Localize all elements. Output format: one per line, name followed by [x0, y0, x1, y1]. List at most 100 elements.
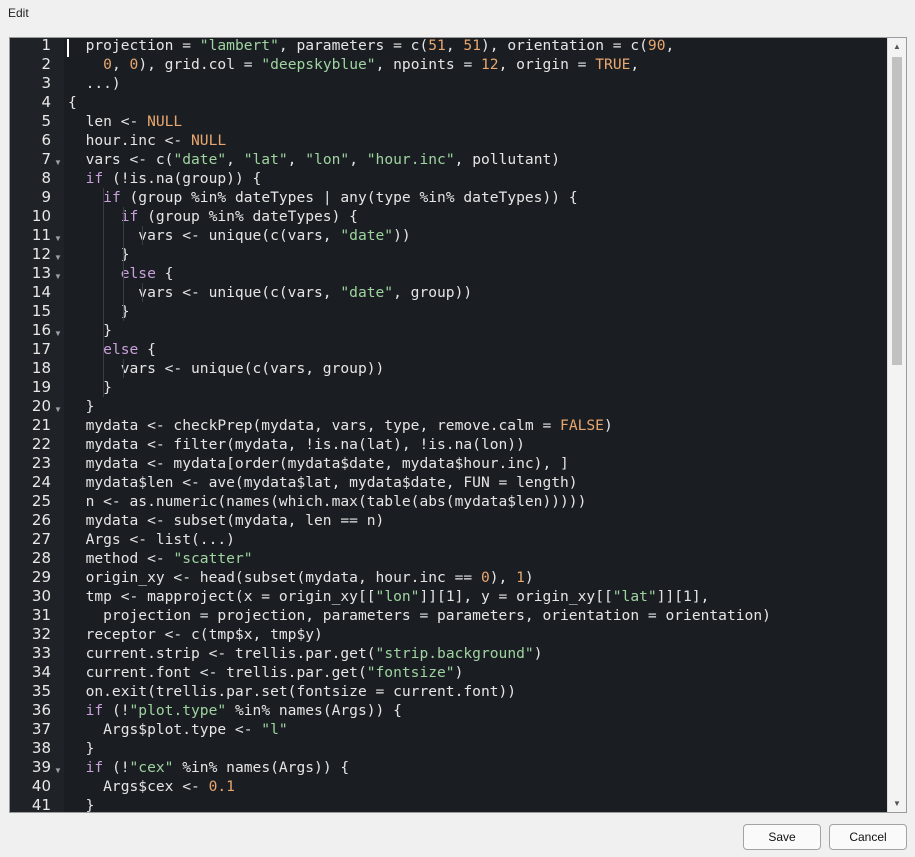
- cancel-button[interactable]: Cancel: [829, 824, 907, 850]
- code-token: ,: [665, 38, 675, 54]
- code-token: }: [68, 303, 130, 320]
- code-line: receptor <- c(tmp$x, tmp$y): [68, 625, 323, 644]
- code-line: method <- "scatter": [68, 549, 253, 568]
- scrollbar-thumb[interactable]: [892, 57, 902, 365]
- code-token: "plot.type": [129, 702, 227, 719]
- code-token: if: [85, 170, 104, 187]
- line-number: 15: [31, 302, 51, 320]
- code-token: ]][1], y = origin_xy[[: [419, 588, 613, 605]
- code-token: }: [68, 322, 112, 339]
- code-token: "lon": [375, 588, 420, 605]
- line-number-gutter: 1 2 3 4 5 6 7 ▼ 8 9 10 11 ▼ 12 ▼ 13 ▼ 14 15 16 ▼ 17 18 19 20 ▼ 21 2…: [10, 38, 64, 812]
- code-token: current.strip <- trellis.par.get(: [68, 645, 376, 662]
- dialog-title: Edit: [8, 6, 29, 20]
- code-token: Args$cex <-: [68, 778, 209, 795]
- code-line: vars <- unique(c(vars, "date", group)): [68, 283, 472, 302]
- line-number: 16: [31, 321, 51, 339]
- code-token: "date": [340, 284, 394, 301]
- line-number: 20: [31, 397, 51, 415]
- code-token: ): [533, 645, 543, 662]
- code-token: , pollutant): [454, 151, 561, 168]
- line-number: 36: [31, 701, 51, 719]
- indent-guide: [141, 283, 143, 302]
- code-token: len <-: [68, 113, 148, 130]
- code-token: if: [103, 189, 121, 206]
- code-token: 51: [428, 38, 446, 54]
- code-token: "lat": [243, 151, 288, 168]
- code-line: hour.inc <- NULL: [68, 131, 227, 150]
- code-token: ,: [287, 151, 306, 168]
- code-line: vars <- unique(c(vars, "date")): [68, 226, 411, 245]
- line-number: 26: [31, 511, 51, 529]
- line-number: 30: [31, 587, 51, 605]
- line-number: 11: [31, 226, 51, 244]
- code-token: }: [68, 246, 130, 263]
- line-number: 27: [31, 530, 51, 548]
- chevron-down-icon[interactable]: ▼: [54, 761, 62, 780]
- code-token: , origin =: [498, 56, 596, 73]
- code-token: {: [68, 94, 77, 111]
- code-token: 0.1: [208, 778, 235, 795]
- code-line: }: [68, 321, 112, 340]
- chevron-down-icon[interactable]: ▼: [54, 248, 62, 267]
- code-token: }: [68, 398, 95, 415]
- code-token: "hour.inc": [366, 151, 455, 168]
- code-token: ,: [226, 151, 244, 168]
- code-token: on.exit(trellis.par.set(fontsize = curre…: [68, 683, 517, 700]
- arrow-up-icon[interactable]: ▲: [888, 38, 906, 55]
- code-line: mydata <- subset(mydata, len == n): [68, 511, 385, 530]
- line-number: 13: [31, 264, 51, 282]
- chevron-down-icon[interactable]: ▼: [54, 153, 62, 172]
- chevron-down-icon[interactable]: ▼: [54, 229, 62, 248]
- code-line: }: [68, 302, 130, 321]
- chevron-down-icon[interactable]: ▼: [54, 400, 62, 419]
- line-number: 41: [31, 796, 51, 813]
- code-token: vars <- unique(c(vars, group)): [68, 360, 385, 377]
- code-line: else {: [68, 340, 156, 359]
- code-line: tmp <- mapproject(x = origin_xy[["lon"]]…: [68, 587, 710, 606]
- line-number: 2: [41, 55, 51, 73]
- line-number: 10: [31, 207, 51, 225]
- code-token: , parameters = c(: [278, 38, 429, 54]
- line-number: 32: [31, 625, 51, 643]
- line-number: 1: [41, 37, 51, 54]
- code-token: "lat": [612, 588, 657, 605]
- code-token: else: [120, 265, 156, 282]
- line-number: 14: [31, 283, 51, 301]
- code-line: projection = projection, parameters = pa…: [68, 606, 771, 625]
- save-button[interactable]: Save: [743, 824, 821, 850]
- code-token: )): [393, 227, 411, 244]
- code-token: 0: [103, 56, 112, 73]
- code-token: hour.inc <-: [68, 132, 192, 149]
- code-line: if (!"plot.type" %in% names(Args)) {: [68, 701, 402, 720]
- code-token: , group)): [393, 284, 473, 301]
- line-number: 3: [41, 74, 51, 92]
- code-token: ): [603, 417, 613, 434]
- code-token: vars <- c(: [68, 151, 174, 168]
- code-token: "date": [173, 151, 227, 168]
- code-token: "strip.background": [375, 645, 534, 662]
- line-number: 37: [31, 720, 51, 738]
- code-token: Args$plot.type <-: [68, 721, 262, 738]
- chevron-down-icon[interactable]: ▼: [54, 324, 62, 343]
- code-token: ...): [68, 75, 121, 92]
- code-token: "deepskyblue": [261, 56, 376, 73]
- code-editor[interactable]: 1 2 3 4 5 6 7 ▼ 8 9 10 11 ▼ 12 ▼ 13 ▼ 14 15 16 ▼ 17 18 19 20 ▼ 21 2…: [9, 37, 907, 813]
- code-token: }: [68, 740, 95, 757]
- code-line: vars <- unique(c(vars, group)): [68, 359, 385, 378]
- code-line: len <- NULL: [68, 112, 183, 131]
- code-line: Args$cex <- 0.1: [68, 777, 235, 796]
- vertical-scrollbar[interactable]: ▲ ▼: [887, 38, 906, 812]
- code-token: projection =: [68, 38, 200, 54]
- chevron-down-icon[interactable]: ▼: [54, 267, 62, 286]
- code-token: ,: [111, 56, 130, 73]
- line-number: 39: [31, 758, 51, 776]
- code-text-area[interactable]: projection = "lambert", parameters = c(5…: [64, 38, 888, 812]
- code-token: (group %in% dateTypes | any(type %in% da…: [120, 189, 578, 206]
- arrow-down-icon[interactable]: ▼: [888, 795, 906, 812]
- code-line: else {: [68, 264, 174, 283]
